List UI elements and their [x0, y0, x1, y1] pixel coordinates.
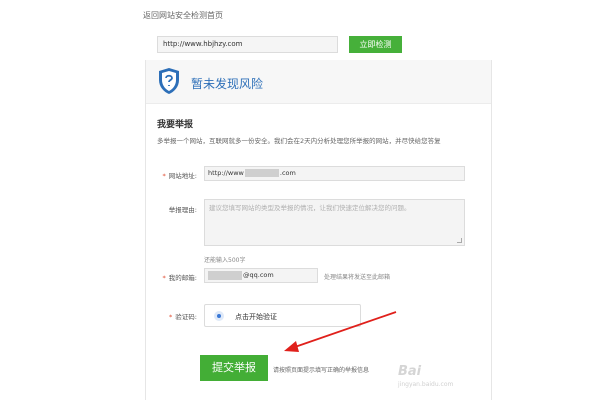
shield-icon [159, 68, 179, 94]
watermark-logo: Bai [398, 364, 422, 379]
site-label: * 网站地址: [162, 172, 197, 180]
submit-note: 请按照页面提示填写正确的举报信息 [273, 367, 370, 374]
required-mark: * [162, 172, 166, 180]
report-description: 多举报一个网站，互联网就多一份安全。我们会在2天内分析处理您所举报的网站，并尽快… [157, 137, 441, 145]
reason-label: 举报理由: [168, 206, 197, 214]
char-count-hint: 还能输入500字 [204, 257, 246, 264]
redacted-mask [208, 270, 242, 280]
detect-button[interactable]: 立即检测 [349, 36, 402, 53]
captcha-text: 点击开始验证 [235, 313, 277, 321]
captcha-widget[interactable]: 点击开始验证 [204, 304, 361, 327]
redacted-mask [244, 169, 279, 177]
url-input[interactable]: http://www.hbjhzy.com [157, 36, 338, 53]
watermark-url: jingyan.baidu.com [398, 381, 454, 388]
report-title: 我要举报 [157, 120, 194, 130]
captcha-dot-icon [214, 311, 224, 321]
site-url-input[interactable]: http://www .com [204, 166, 465, 181]
email-label: * 我的邮箱: [162, 274, 197, 282]
back-link[interactable]: 返回网站安全检测首页 [143, 10, 223, 21]
email-note: 处理结果将发送至此邮箱 [324, 274, 391, 281]
captcha-label: * 验证码: [169, 313, 197, 321]
submit-report-button[interactable]: 提交举报 [200, 355, 268, 381]
resize-handle-icon[interactable] [457, 238, 462, 243]
detect-row: http://www.hbjhzy.com 立即检测 [157, 36, 487, 54]
result-text: 暂未发现风险 [191, 77, 264, 91]
email-input[interactable]: @qq.com [204, 268, 318, 283]
result-banner: 暂未发现风险 [146, 60, 491, 104]
reason-textarea[interactable]: 建议您填写网站的类型及举报的情况，让我们快速定位解决您的问题。 [204, 199, 465, 246]
